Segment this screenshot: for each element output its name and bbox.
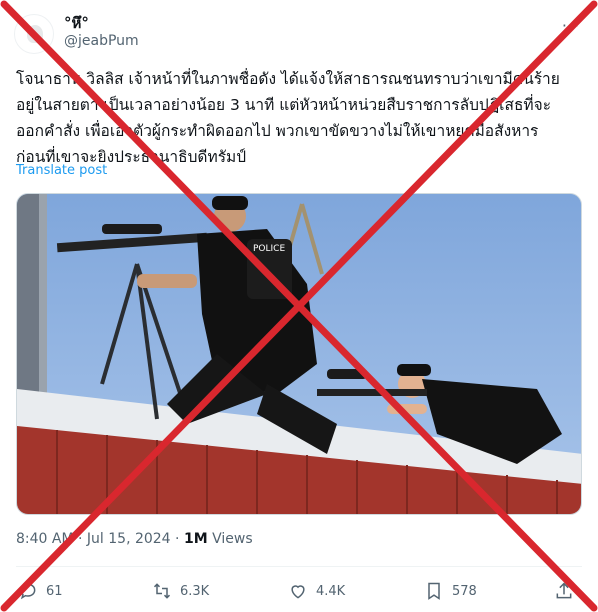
- like-count: 4.4K: [316, 583, 346, 599]
- photo-illustration: POLICE: [17, 194, 581, 514]
- post-text-line: ออกคำสั่ง เพื่อเอาตัวผู้กระทำผิดออกไป พว…: [16, 122, 539, 140]
- post-page: °หึ° @jeabPum ··· โจนาธาน วิลลิส เจ้าหน้…: [0, 0, 598, 612]
- post-text: โจนาธาน วิลลิส เจ้าหน้าที่ในภาพชื่อดัง ไ…: [16, 66, 584, 170]
- post-time[interactable]: 8:40 AM: [16, 531, 74, 547]
- views-count[interactable]: 1M: [184, 531, 208, 547]
- bookmark-count: 578: [452, 583, 477, 599]
- repost-count: 6.3K: [180, 583, 210, 599]
- post-text-line: อยู่ในสายตา เป็นเวลาอย่างน้อย 3 นาที แต่…: [16, 96, 552, 114]
- translate-post-link[interactable]: Translate post: [16, 163, 107, 178]
- repost-button[interactable]: 6.3K: [152, 578, 209, 604]
- action-bar: 61 6.3K 4.4K 578: [16, 578, 582, 604]
- bookmark-button[interactable]: 578: [424, 578, 477, 604]
- police-vest-text: POLICE: [253, 244, 285, 254]
- divider: [16, 566, 582, 567]
- reply-icon: [20, 583, 36, 600]
- post-date[interactable]: Jul 15, 2024: [87, 531, 171, 547]
- post-meta: 8:40 AM · Jul 15, 2024 · 1M Views: [16, 531, 253, 547]
- post-text-line: โจนาธาน วิลลิส เจ้าหน้าที่ในภาพชื่อดัง ไ…: [16, 70, 560, 88]
- more-icon[interactable]: ···: [556, 16, 586, 36]
- share-icon: [556, 582, 572, 599]
- reply-count: 61: [46, 583, 63, 599]
- reply-button[interactable]: 61: [18, 578, 63, 604]
- share-button[interactable]: [554, 578, 574, 604]
- bookmark-icon: [428, 582, 440, 600]
- repost-icon: [153, 583, 171, 599]
- user-handle[interactable]: @jeabPum: [64, 33, 139, 49]
- meta-separator: ·: [175, 531, 180, 547]
- avatar[interactable]: [14, 14, 54, 54]
- like-icon: [291, 585, 305, 599]
- post-photo[interactable]: POLICE: [16, 193, 582, 515]
- views-label: Views: [212, 531, 253, 547]
- display-name[interactable]: °หึ°: [64, 11, 89, 35]
- meta-separator: ·: [78, 531, 83, 547]
- like-button[interactable]: 4.4K: [288, 578, 345, 604]
